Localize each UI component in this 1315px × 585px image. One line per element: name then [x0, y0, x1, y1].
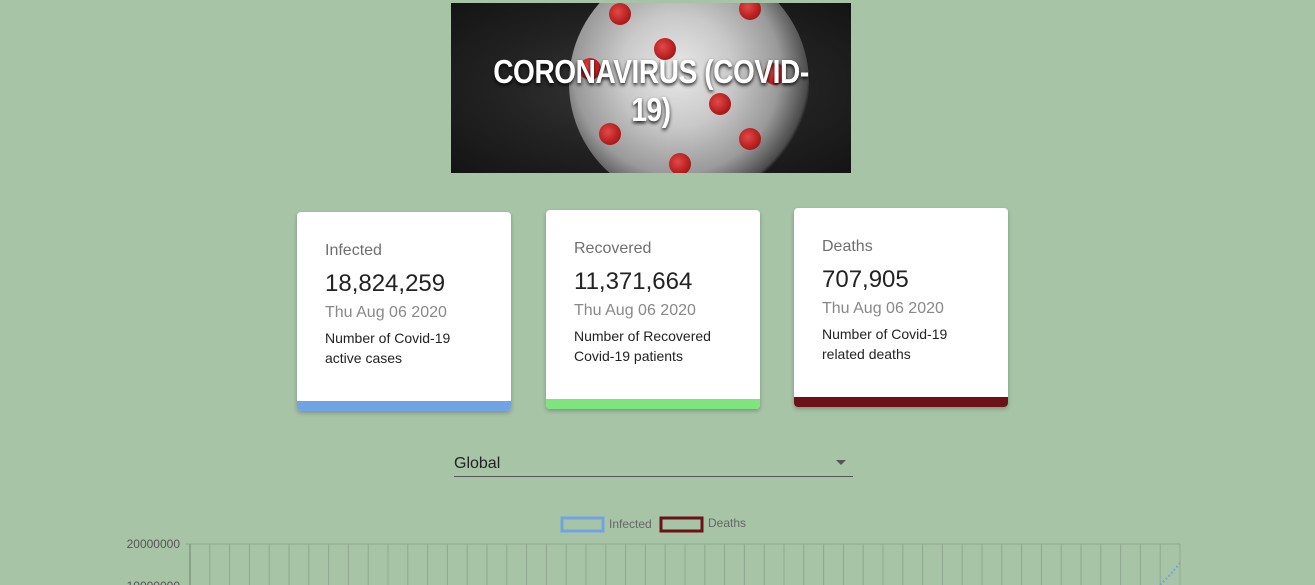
- chart-grid: [185, 543, 1181, 585]
- card-value: 18,824,259: [325, 270, 446, 297]
- chevron-down-icon[interactable]: [836, 460, 846, 465]
- deaths-card: Deaths 707,905 Thu Aug 06 2020 Number of…: [794, 208, 1008, 407]
- card-date: Thu Aug 06 2020: [574, 302, 696, 319]
- covid-banner-image: CORONAVIRUS (COVID-19): [451, 3, 851, 173]
- card-date: Thu Aug 06 2020: [822, 300, 944, 317]
- card-title: Infected: [325, 242, 382, 259]
- card-value: 11,371,664: [574, 268, 693, 295]
- card-color-bar: [297, 401, 511, 411]
- cases-line-chart: Infected Deaths 20000000 10000000: [127, 516, 1181, 585]
- card-description: Number of Covid-19 related deaths: [822, 326, 948, 362]
- banner-title: CORONAVIRUS (COVID-19): [493, 53, 809, 128]
- card-title: Deaths: [822, 238, 873, 255]
- infected-series-line: [1159, 562, 1181, 585]
- y-tick-label: 20000000: [127, 537, 181, 551]
- card-color-bar: [546, 399, 760, 409]
- infected-card: Infected 18,824,259 Thu Aug 06 2020 Numb…: [297, 212, 511, 411]
- legend-swatch-deaths[interactable]: [659, 516, 704, 533]
- country-select[interactable]: Global: [454, 451, 853, 477]
- card-title: Recovered: [574, 240, 652, 257]
- card-date: Thu Aug 06 2020: [325, 304, 447, 321]
- legend-swatch-infected[interactable]: [560, 516, 605, 533]
- card-description: Number of Covid-19 active cases: [325, 330, 451, 366]
- recovered-card: Recovered 11,371,664 Thu Aug 06 2020 Num…: [546, 210, 760, 409]
- country-select-value: Global: [454, 455, 501, 472]
- y-tick-label: 10000000: [127, 579, 181, 585]
- card-value: 707,905: [822, 266, 909, 293]
- chart-legend: Infected Deaths: [560, 516, 746, 533]
- legend-label-deaths[interactable]: Deaths: [708, 516, 746, 530]
- card-description: Number of Recovered Covid-19 patients: [574, 328, 711, 364]
- card-color-bar: [794, 397, 1008, 407]
- legend-label-infected[interactable]: Infected: [609, 517, 652, 531]
